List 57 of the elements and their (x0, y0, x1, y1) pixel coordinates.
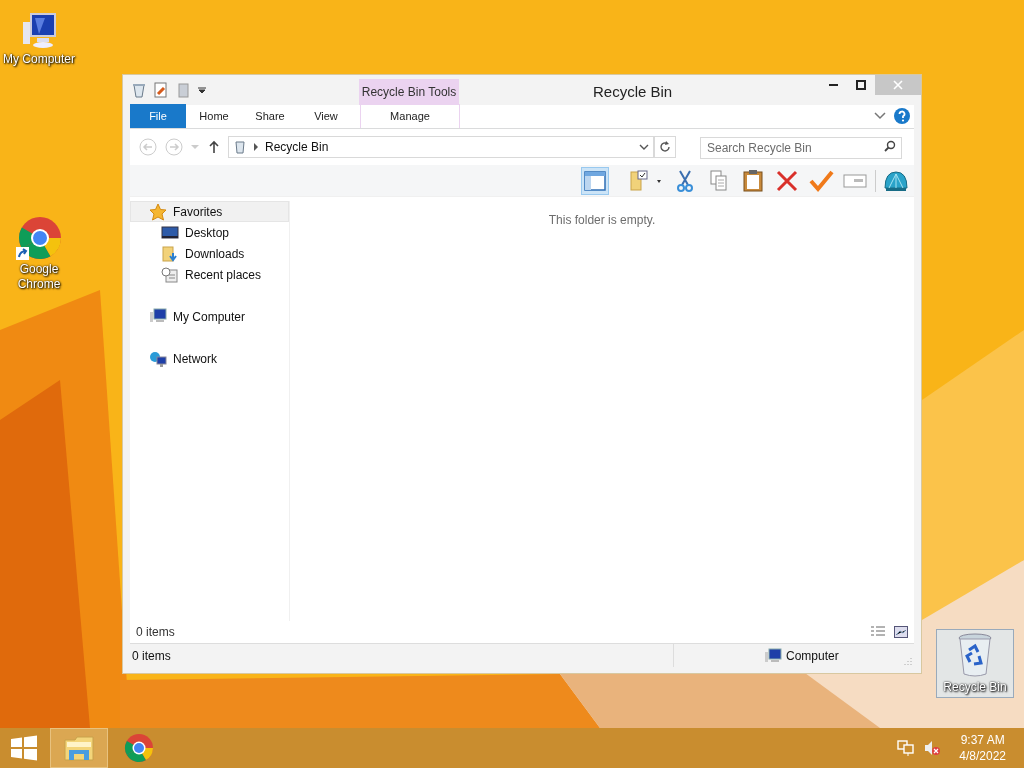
navigation-item[interactable]: Downloads (130, 243, 289, 264)
folder-icon (63, 734, 95, 762)
windows-logo-icon (10, 735, 38, 761)
search-icon[interactable] (884, 140, 896, 152)
recycle-bin-icon (131, 82, 147, 98)
muted-speaker-icon[interactable] (923, 740, 942, 756)
close-icon (893, 80, 903, 90)
expand-ribbon-icon[interactable] (874, 111, 886, 121)
desktop-icon-label: Recycle Bin (943, 680, 1007, 695)
maximize-icon (856, 80, 866, 90)
recent-places-icon (161, 265, 179, 284)
details-view-icon[interactable] (870, 625, 886, 639)
status-item-count: 0 items (132, 647, 171, 665)
network-icon (149, 349, 167, 368)
ribbon-tab[interactable]: View (298, 104, 354, 128)
dropdown-icon (639, 143, 649, 151)
network-status-icon[interactable] (897, 740, 916, 756)
navigation-item[interactable]: Favorites (130, 201, 289, 222)
minimize-icon (828, 84, 838, 86)
desktop-icon-label: Google Chrome (16, 262, 62, 292)
computer-icon (764, 647, 782, 664)
star-icon (149, 202, 167, 221)
desktop-icon (161, 223, 179, 242)
up-arrow-icon (208, 140, 220, 154)
desktop-shortcut[interactable]: Recycle Bin (936, 629, 1014, 698)
large-icons-view-icon[interactable] (894, 626, 908, 638)
ribbon-tab[interactable]: Share (242, 104, 298, 128)
chrome-shortcut-icon (16, 216, 62, 260)
status-location: Computer (786, 647, 839, 665)
empty-folder-message: This folder is empty. (548, 212, 656, 229)
navigation-item[interactable]: Recent places (130, 264, 289, 285)
recycle-bin-icon (233, 140, 247, 154)
navigation-item[interactable]: Desktop (130, 222, 289, 243)
contextual-tab-group: Recycle Bin Tools (359, 79, 459, 105)
ribbon-tab[interactable]: Home (186, 104, 242, 128)
address-bar[interactable]: Recycle Bin (228, 136, 654, 158)
new-folder-icon[interactable] (175, 82, 191, 98)
ribbon-tab[interactable]: Manage (360, 104, 460, 128)
help-icon[interactable] (894, 108, 910, 124)
address-text: Recycle Bin (265, 139, 330, 156)
chevron-right-icon (253, 143, 259, 151)
resize-grip-icon[interactable] (904, 657, 912, 665)
toolbar-button[interactable] (581, 166, 609, 195)
chrome-icon (124, 733, 154, 763)
item-count: 0 items (136, 624, 175, 641)
search-field[interactable]: Search Recycle Bin (700, 137, 902, 159)
refresh-icon (659, 141, 671, 153)
downloads-icon (161, 244, 179, 263)
dropdown-icon[interactable] (197, 85, 207, 95)
refresh-button[interactable] (654, 136, 676, 158)
ribbon-tab[interactable]: File (130, 104, 186, 128)
navigation-item[interactable]: Network (130, 348, 289, 369)
properties-icon[interactable] (153, 82, 169, 98)
navigation-item[interactable]: My Computer (130, 306, 289, 327)
window-title: Recycle Bin (593, 82, 673, 102)
desktop-icon-label: My Computer (3, 52, 75, 67)
taskbar-app[interactable] (50, 728, 108, 768)
